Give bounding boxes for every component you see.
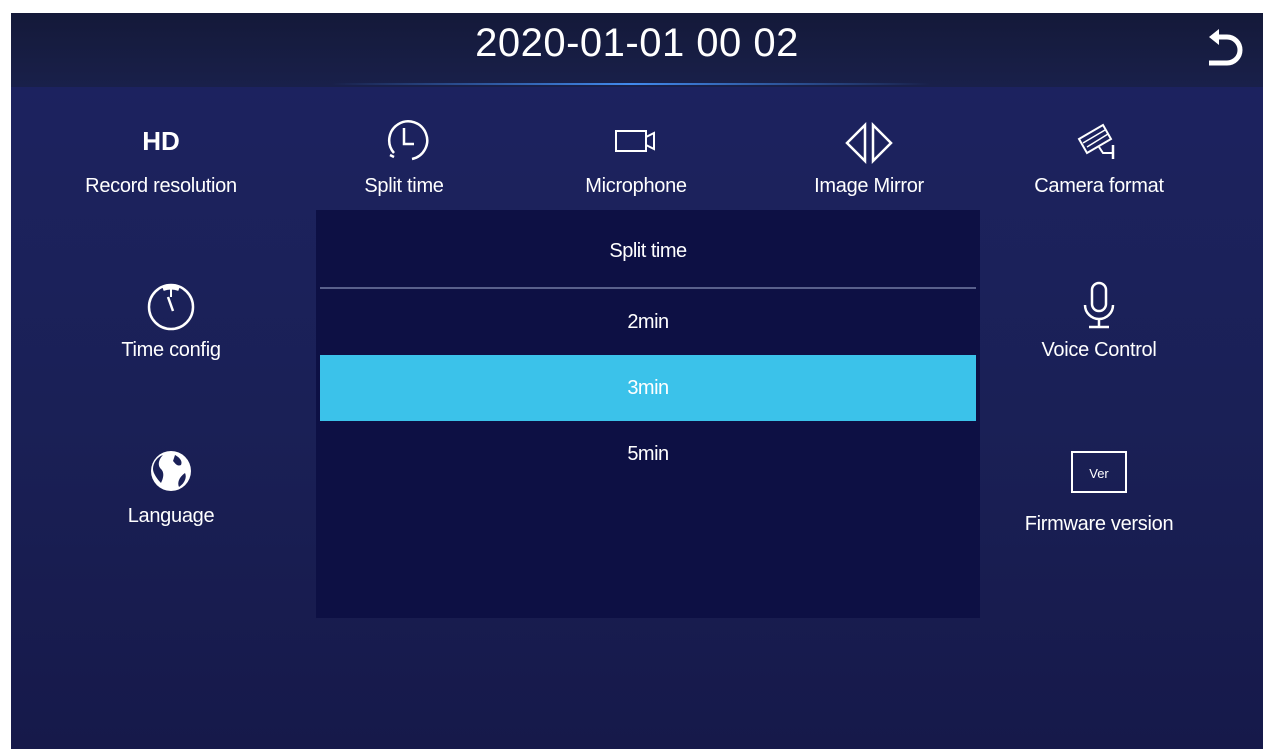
menu-item-label: Image Mirror: [814, 175, 924, 197]
back-arrow-icon: [1209, 29, 1243, 66]
globe-icon: [151, 451, 191, 491]
menu-item-label: Camera format: [1034, 175, 1164, 197]
datetime-display: 2020-01-01 00 02: [475, 21, 799, 65]
menu-item-label: Record resolution: [85, 175, 237, 197]
menu-item-label: Voice Control: [1041, 339, 1157, 361]
screen: 2020-01-01 00 02 HD Record resolution Sp…: [11, 13, 1263, 749]
cctv-camera-icon: [1077, 123, 1115, 159]
menu-item-image-mirror[interactable]: Image Mirror: [759, 113, 979, 198]
menu-item-time-config[interactable]: Time config: [61, 277, 281, 362]
option-5min[interactable]: 5min: [316, 421, 980, 487]
version-icon: Ver: [989, 451, 1209, 507]
header-bar: 2020-01-01 00 02: [11, 13, 1263, 87]
microphone-icon: [1083, 281, 1115, 329]
menu-item-firmware-version[interactable]: Ver Firmware version: [989, 443, 1209, 536]
menu-item-label: Split time: [364, 175, 444, 197]
menu-item-label: Microphone: [585, 175, 687, 197]
option-3min-selected[interactable]: 3min: [320, 355, 976, 421]
menu-item-label: Firmware version: [1024, 513, 1174, 535]
header-divider: [331, 83, 931, 85]
version-icon-text: Ver: [1071, 451, 1127, 493]
menu-item-camera-format[interactable]: Camera format: [989, 113, 1209, 198]
hd-icon: HD: [142, 126, 180, 156]
back-button[interactable]: [1197, 25, 1249, 77]
menu-item-split-time[interactable]: Split time: [294, 113, 514, 198]
option-2min[interactable]: 2min: [316, 289, 980, 355]
menu-item-voice-control[interactable]: Voice Control: [989, 277, 1209, 362]
split-time-dialog: Split time 2min 3min 5min: [316, 210, 980, 618]
menu-item-label: Time config: [121, 339, 221, 361]
menu-item-label: Language: [127, 505, 215, 527]
dialog-title: Split time: [609, 240, 687, 262]
menu-item-record-resolution[interactable]: HD Record resolution: [51, 113, 271, 198]
camera-icon: [615, 130, 655, 152]
clock-icon: [147, 283, 195, 331]
clock-split-icon: [387, 120, 429, 161]
menu-item-language[interactable]: Language: [61, 443, 281, 528]
menu-item-microphone[interactable]: Microphone: [526, 113, 746, 198]
mirror-icon: [845, 121, 893, 165]
